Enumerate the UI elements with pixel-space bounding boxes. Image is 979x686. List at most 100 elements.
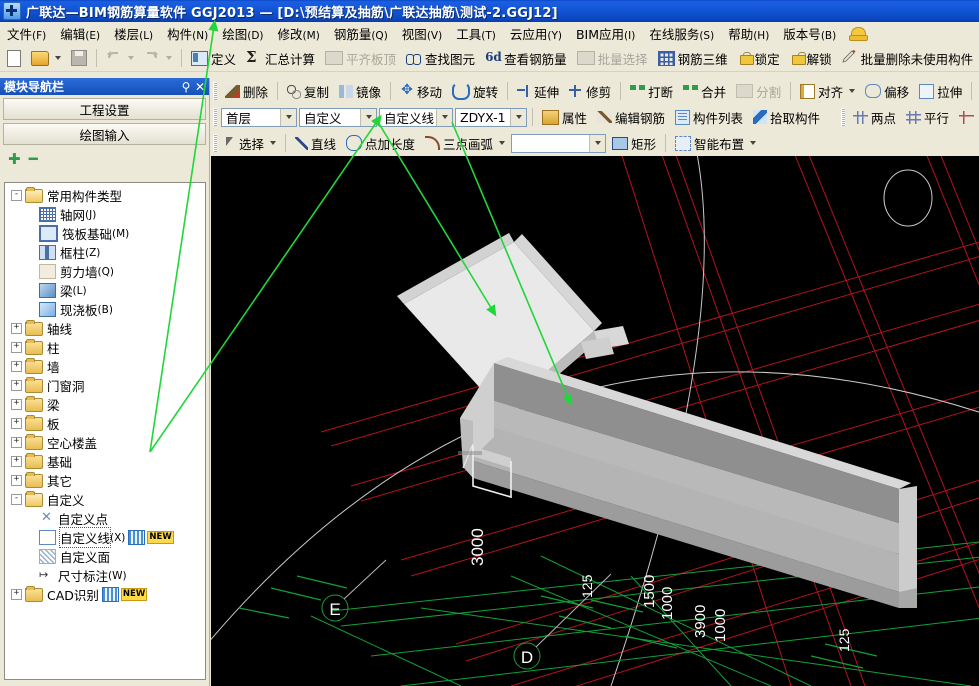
menu-item-modify[interactable]: 修改(M) [271, 22, 327, 45]
copy-button[interactable]: 复制 [282, 80, 334, 102]
pick-component-button[interactable]: 拾取构件 [748, 106, 825, 128]
tree-node-slabs[interactable]: + 板 [7, 414, 205, 433]
break-button[interactable]: 打断 [625, 80, 678, 102]
summary-calc-button[interactable]: Σ汇总计算 [241, 47, 320, 69]
tree-node-foundation[interactable]: + 基础 [7, 452, 205, 471]
expander-icon[interactable]: + [11, 399, 22, 410]
floor-select[interactable]: 首层 [221, 108, 297, 127]
three-point-arc-button[interactable]: 三点画弧 [420, 132, 510, 154]
tree-node-cad-recognition[interactable]: + CAD识别 NEW [7, 585, 205, 604]
rebar-3d-button[interactable]: 钢筋三维 [653, 47, 733, 69]
chevron-down-icon[interactable] [589, 135, 605, 152]
tree-node-hollow-floor[interactable]: + 空心楼盖 [7, 433, 205, 452]
expander-icon[interactable]: - [11, 494, 22, 505]
offset-button[interactable]: 偏移 [860, 80, 914, 102]
merge-button[interactable]: 合并 [678, 80, 731, 102]
tree-node-cast-slab[interactable]: 现浇板(B) [7, 300, 205, 319]
chevron-down-icon[interactable] [166, 56, 172, 60]
expander-icon[interactable]: + [11, 361, 22, 372]
smart-layout-button[interactable]: 智能布置 [670, 132, 761, 154]
tree-node-walls[interactable]: + 墙 [7, 357, 205, 376]
tree-node-common-types[interactable]: - 常用构件类型 [7, 186, 205, 205]
batch-delete-unused-button[interactable]: 批量删除未使用构件 [837, 47, 979, 69]
model-canvas[interactable]: 3000 125 1500 1000 3900 1000 125 E D [211, 156, 979, 686]
chevron-down-icon[interactable] [55, 56, 61, 60]
three-point-button[interactable] [954, 106, 979, 128]
chevron-down-icon[interactable] [270, 141, 276, 145]
align-button[interactable]: 对齐 [795, 80, 860, 102]
tree-node-shear-wall[interactable]: 剪力墙(Q) [7, 262, 205, 281]
menu-item-cloud[interactable]: 云应用(Y) [503, 22, 569, 45]
stretch-button[interactable]: 拉伸 [914, 80, 967, 102]
tree-node-custom-face[interactable]: 自定义面 [7, 547, 205, 566]
rectangle-button[interactable]: 矩形 [607, 132, 661, 154]
view-rebar-qty-button[interactable]: 6d查看钢筋量 [480, 47, 572, 69]
chevron-down-icon[interactable] [849, 89, 855, 93]
expander-icon[interactable]: + [11, 456, 22, 467]
menu-item-tools[interactable]: 工具(T) [449, 22, 503, 45]
tree-node-beams[interactable]: + 梁 [7, 395, 205, 414]
menu-item-version[interactable]: 版本号(B) [776, 22, 843, 45]
tree-node-frame-column[interactable]: 框柱(Z) [7, 243, 205, 262]
flush-slab-top-button[interactable]: 平齐板顶 [320, 47, 401, 69]
app-logo-icon[interactable] [3, 2, 21, 20]
expand-all-icon[interactable]: ✚ [8, 152, 21, 167]
save-button[interactable] [66, 47, 92, 69]
pin-icon[interactable]: ⚲ [179, 80, 193, 94]
tree-node-dimension[interactable]: ↦ 尺寸标注(W) [7, 566, 205, 585]
expander-icon[interactable]: - [11, 190, 22, 201]
select-button[interactable]: 选择 [220, 132, 281, 154]
line-button[interactable]: 直线 [290, 132, 341, 154]
batch-select-button[interactable]: 批量选择 [572, 47, 653, 69]
draw-option-select[interactable] [511, 134, 606, 153]
menu-item-file[interactable]: 文件(F) [0, 22, 53, 45]
toolbar-grip[interactable] [841, 108, 845, 126]
tree-node-door-window[interactable]: + 门窗洞 [7, 376, 205, 395]
component-tree[interactable]: - 常用构件类型 轴网(J) 筏板基础(M) 框柱(Z) 剪力墙(Q) [4, 182, 206, 680]
drawing-viewport[interactable]: 3000 125 1500 1000 3900 1000 125 E D [211, 156, 979, 686]
split-button[interactable]: 分割 [731, 80, 786, 102]
two-point-button[interactable]: 两点 [848, 106, 901, 128]
tree-node-axis-lines[interactable]: + 轴线 [7, 319, 205, 338]
project-settings-button[interactable]: 工程设置 [3, 98, 206, 120]
new-file-button[interactable] [0, 47, 26, 69]
menu-item-online-service[interactable]: 在线服务(S) [642, 22, 721, 45]
drawing-input-button[interactable]: 绘图输入 [3, 123, 206, 145]
menu-item-bim[interactable]: BIM应用(I) [569, 22, 642, 45]
expander-icon[interactable]: + [11, 323, 22, 334]
mirror-button[interactable]: 镜像 [334, 80, 386, 102]
unlock-button[interactable]: 解锁 [785, 47, 837, 69]
chevron-down-icon[interactable] [360, 109, 376, 126]
expander-icon[interactable]: + [11, 418, 22, 429]
chevron-down-icon[interactable] [499, 141, 505, 145]
tree-node-beam[interactable]: 梁(L) [7, 281, 205, 300]
component-subtype-select[interactable]: 自定义线 [379, 108, 453, 127]
component-type-select[interactable]: 自定义 [299, 108, 377, 127]
extend-button[interactable]: 延伸 [512, 80, 564, 102]
menu-item-view[interactable]: 视图(V) [395, 22, 449, 45]
redo-button[interactable] [139, 47, 177, 69]
undo-button[interactable] [101, 47, 139, 69]
menu-item-component[interactable]: 构件(N) [160, 22, 215, 45]
tree-node-custom-point[interactable]: ✕ 自定义点 [7, 509, 205, 528]
menu-item-rebar-qty[interactable]: 钢筋量(Q) [327, 22, 395, 45]
trim-button[interactable]: 修剪 [564, 80, 616, 102]
chevron-down-icon[interactable] [128, 56, 134, 60]
expander-icon[interactable]: + [11, 437, 22, 448]
delete-button[interactable]: 删除 [220, 80, 273, 102]
expander-icon[interactable]: + [11, 380, 22, 391]
rotate-button[interactable]: 旋转 [447, 80, 503, 102]
toolbar-grip[interactable] [213, 82, 217, 100]
tree-node-custom[interactable]: - 自定义 [7, 490, 205, 509]
point-plus-length-button[interactable]: 点加长度 [341, 132, 420, 154]
collapse-all-icon[interactable]: ━ [29, 152, 38, 167]
toolbar-grip[interactable] [213, 108, 217, 126]
tree-node-axis-grid[interactable]: 轴网(J) [7, 205, 205, 224]
chevron-down-icon[interactable] [750, 141, 756, 145]
component-name-select[interactable]: ZDYX-1 [455, 108, 527, 127]
component-list-button[interactable]: 构件列表 [670, 106, 748, 128]
move-button[interactable]: ✥移动 [395, 80, 447, 102]
tree-node-raft-foundation[interactable]: 筏板基础(M) [7, 224, 205, 243]
find-element-button[interactable]: 查找图元 [401, 47, 480, 69]
menu-item-floor[interactable]: 楼层(L) [107, 22, 160, 45]
